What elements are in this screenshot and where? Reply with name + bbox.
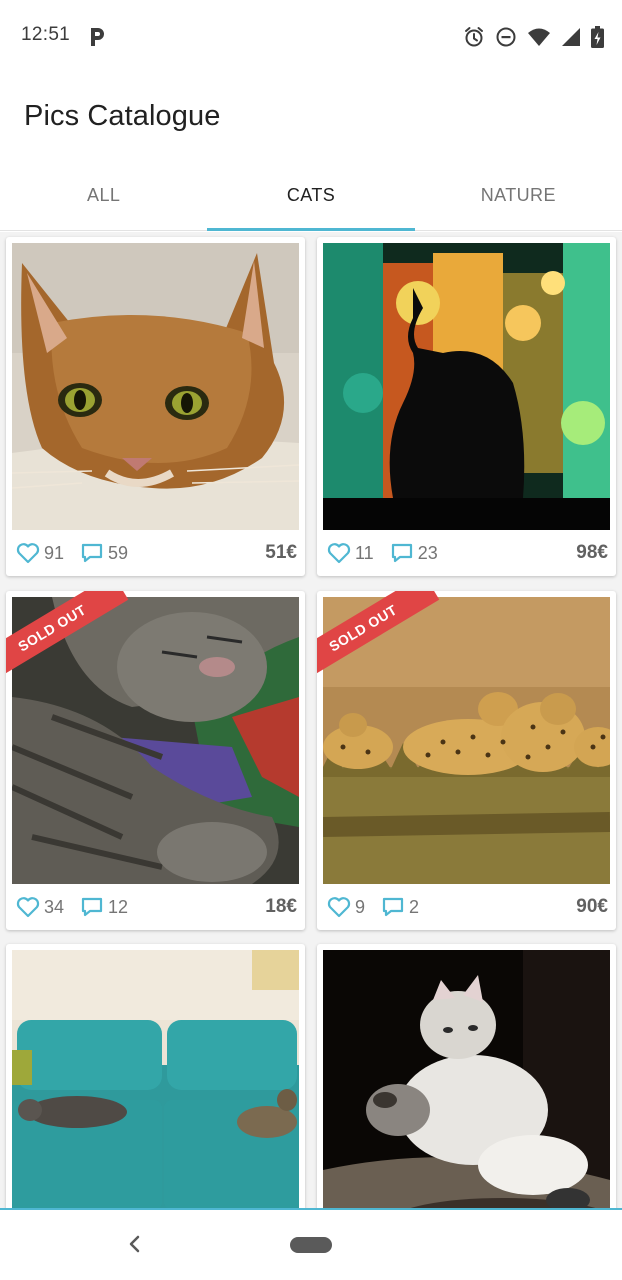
comment-icon — [391, 543, 412, 563]
likes-count: 11 — [355, 542, 374, 563]
heart-icon — [327, 897, 351, 918]
signal-icon — [562, 28, 580, 46]
price: 98€ — [576, 542, 608, 563]
likes-stat[interactable]: 91 — [16, 542, 64, 564]
comments-stat[interactable]: 23 — [390, 542, 438, 564]
likes-stat[interactable]: 9 — [327, 896, 365, 918]
status-time: 12:51 — [21, 24, 71, 45]
likes-count: 91 — [44, 542, 65, 563]
card-footer: 11 23 98€ — [317, 530, 616, 576]
do-not-disturb-icon — [496, 27, 516, 47]
picture-grid: 91 59 51€ 11 23 98€ SOLD OUT 34 12 18€ S… — [0, 232, 622, 1208]
comments-stat[interactable]: 59 — [80, 542, 128, 564]
comments-count: 59 — [108, 542, 129, 563]
battery-icon — [591, 26, 604, 48]
tab-bar: ALL CATS NATURE — [0, 168, 622, 231]
tab-all[interactable]: ALL — [0, 168, 207, 230]
picture-image[interactable] — [12, 243, 299, 530]
picture-card[interactable]: 91 59 51€ — [6, 237, 305, 576]
picture-card[interactable]: SOLD OUT 34 12 18€ — [6, 591, 305, 930]
likes-stat[interactable]: 34 — [16, 896, 64, 918]
picture-image[interactable] — [12, 950, 299, 1208]
likes-count: 9 — [355, 896, 366, 917]
comments-stat[interactable]: 12 — [80, 896, 128, 918]
comment-icon — [81, 897, 103, 917]
parking-icon — [91, 28, 104, 46]
comments-count: 23 — [417, 542, 438, 563]
likes-stat[interactable]: 11 — [327, 542, 374, 564]
back-icon[interactable] — [124, 1232, 144, 1256]
heart-icon — [327, 543, 351, 564]
price: 18€ — [265, 896, 297, 917]
price: 51€ — [265, 542, 297, 563]
tab-cats[interactable]: CATS — [207, 168, 415, 231]
picture-card[interactable]: SOLD OUT 9 2 90€ — [317, 591, 616, 930]
comments-count: 12 — [108, 896, 129, 917]
card-footer: 9 2 90€ — [317, 884, 616, 930]
card-footer: 34 12 18€ — [6, 884, 305, 930]
wifi-icon — [528, 28, 550, 46]
system-nav-bar — [0, 1208, 622, 1280]
picture-image[interactable] — [323, 243, 610, 530]
card-footer: 91 59 51€ — [6, 530, 305, 576]
comments-stat[interactable]: 2 — [381, 896, 419, 918]
price: 90€ — [576, 896, 608, 917]
picture-card[interactable]: 11 23 98€ — [317, 237, 616, 576]
picture-image[interactable] — [323, 950, 610, 1208]
picture-card[interactable] — [6, 944, 305, 1208]
status-bar: 12:51 — [0, 0, 622, 72]
heart-icon — [16, 543, 40, 564]
comments-count: 2 — [409, 896, 420, 917]
app-title: Pics Catalogue — [24, 100, 221, 132]
alarm-icon — [465, 27, 483, 47]
comment-icon — [382, 897, 404, 917]
home-pill-button[interactable] — [290, 1237, 332, 1253]
picture-card[interactable] — [317, 944, 616, 1208]
tab-nature[interactable]: NATURE — [415, 168, 622, 230]
likes-count: 34 — [44, 896, 65, 917]
comment-icon — [81, 543, 103, 563]
heart-icon — [16, 897, 40, 918]
